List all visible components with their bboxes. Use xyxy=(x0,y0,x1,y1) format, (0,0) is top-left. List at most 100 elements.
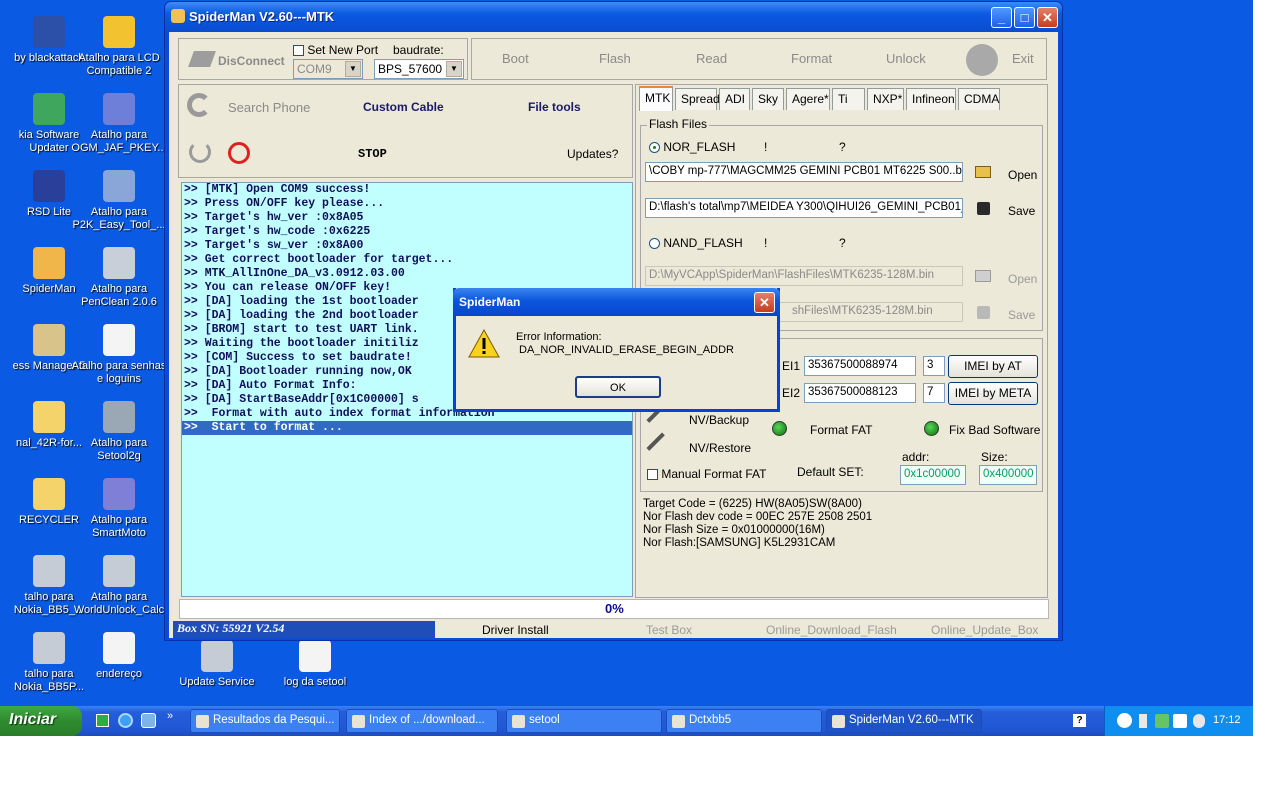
desktop-shortcut[interactable]: Atalho para OGM_JAF_PKEY... xyxy=(70,93,168,155)
tab-adi[interactable]: ADI xyxy=(719,88,750,110)
title-bar[interactable]: SpiderMan V2.60---MTK _ □ ✕ xyxy=(165,2,1062,32)
unlock-button[interactable]: Unlock xyxy=(886,51,926,66)
imei-by-at-button[interactable]: IMEI by AT xyxy=(948,355,1038,378)
nand-file-path-1: D:\MyVCApp\SpiderMan\FlashFiles\MTK6235-… xyxy=(645,266,963,286)
fix-bad-software-option[interactable]: Fix Bad Software xyxy=(949,423,1040,437)
target-info-line: Target Code = (6225) HW(8A05)SW(8A00) xyxy=(643,498,862,510)
port-select[interactable]: COM9 ▼ xyxy=(293,59,363,79)
imei2-check-digit[interactable]: 7 xyxy=(923,383,945,403)
shortcut-icon xyxy=(33,16,65,48)
stop-button[interactable]: STOP xyxy=(358,147,387,161)
usb-icon[interactable] xyxy=(1139,714,1147,728)
internet-explorer-icon[interactable] xyxy=(118,713,133,728)
desktop-shortcut[interactable]: Atalho para WorldUnlock_Calc xyxy=(70,555,168,617)
show-desktop-icon[interactable] xyxy=(96,714,109,727)
nor-file-path-2[interactable]: D:\flash's total\mp7\MEIDEA Y300\QIHUI26… xyxy=(645,198,963,218)
boot-button[interactable]: Boot xyxy=(502,51,529,66)
shortcut-icon xyxy=(33,555,65,587)
format-fat-option[interactable]: Format FAT xyxy=(810,423,872,437)
minimize-button[interactable]: _ xyxy=(991,7,1012,28)
nor-save-button[interactable]: Save xyxy=(1008,204,1035,218)
quick-launch-expand-icon[interactable]: » xyxy=(167,710,173,722)
volume-icon[interactable] xyxy=(1173,714,1187,728)
driver-install-button[interactable]: Driver Install xyxy=(482,623,549,637)
dialog-close-button[interactable]: ✕ xyxy=(754,292,775,313)
log-line: >> Press ON/OFF key please... xyxy=(184,197,385,210)
media-player-icon[interactable] xyxy=(141,713,156,728)
close-button[interactable]: ✕ xyxy=(1037,7,1058,28)
imei2-input[interactable]: 35367500088123 xyxy=(804,383,916,403)
format-button[interactable]: Format xyxy=(791,51,832,66)
app-icon xyxy=(171,9,185,23)
desktop-shortcut[interactable]: log da setool xyxy=(266,640,364,689)
tray-collapse-icon[interactable] xyxy=(1117,713,1132,728)
imei-by-meta-button[interactable]: IMEI by META xyxy=(948,382,1038,405)
format-address-input[interactable]: 0x1c00000 xyxy=(900,465,966,485)
connect-group: DisConnect Set New Port baudrate: COM9 ▼ … xyxy=(178,38,468,80)
tab-ti[interactable]: Ti xyxy=(832,88,865,110)
updates-link[interactable]: Updates? xyxy=(567,147,618,161)
maximize-button[interactable]: □ xyxy=(1014,7,1035,28)
exit-button[interactable]: Exit xyxy=(1012,51,1034,66)
nv-backup-button[interactable]: NV/Backup xyxy=(689,413,749,427)
nand-flash-radio[interactable]: NAND_FLASH xyxy=(649,236,743,250)
folder-open-icon[interactable] xyxy=(975,166,991,178)
disconnect-button[interactable]: DisConnect xyxy=(218,54,285,68)
floppy-save-icon[interactable] xyxy=(977,202,990,215)
help-icon[interactable]: ? xyxy=(1073,714,1086,727)
desktop-shortcut[interactable]: Atalho para PenClean 2.0.6 xyxy=(70,247,168,309)
nor-flash-help[interactable]: ? xyxy=(839,140,846,154)
format-fat-led[interactable] xyxy=(772,421,787,436)
shortcut-icon xyxy=(103,170,135,202)
taskbar-button[interactable]: SpiderMan V2.60---MTK xyxy=(826,709,982,733)
nor-open-button[interactable]: Open xyxy=(1008,168,1037,182)
network-icon[interactable] xyxy=(1155,714,1169,728)
tab-spread[interactable]: Spread xyxy=(675,88,720,110)
desktop-shortcut[interactable]: Atalho para SmartMoto xyxy=(70,478,168,540)
tab-cdma[interactable]: CDMA xyxy=(958,88,1000,110)
imei1-input[interactable]: 35367500088974 xyxy=(804,356,916,376)
imei1-check-digit[interactable]: 3 xyxy=(923,356,945,376)
taskbar-button[interactable]: Index of .../download... xyxy=(346,709,498,733)
tab-infineon[interactable]: Infineon xyxy=(906,88,956,110)
dialog-title-bar[interactable]: SpiderMan ✕ xyxy=(453,288,780,316)
dialog-ok-button[interactable]: OK xyxy=(575,376,661,398)
baudrate-select[interactable]: BPS_57600 ▼ xyxy=(374,59,464,79)
taskbar-button[interactable]: Resultados da Pesqui... xyxy=(190,709,340,733)
nand-flash-help[interactable]: ? xyxy=(839,236,846,250)
shortcut-icon xyxy=(103,324,135,356)
desktop-shortcut[interactable]: Atalho para P2K_Easy_Tool_... xyxy=(70,170,168,232)
nor-flash-radio[interactable]: NOR_FLASH xyxy=(649,140,735,154)
manual-format-fat-checkbox[interactable]: Manual Format FAT xyxy=(647,467,766,481)
taskbar-button[interactable]: Dctxbb5 xyxy=(666,709,822,733)
taskbar-button[interactable]: setool xyxy=(506,709,662,733)
desktop-shortcut[interactable]: Atalho para Setool2g xyxy=(70,401,168,463)
online-download-flash-button: Online_Download_Flash xyxy=(766,623,897,637)
file-tools-button[interactable]: File tools xyxy=(528,100,581,114)
start-button[interactable]: Iniciar xyxy=(0,706,82,736)
tab-nxp[interactable]: NXP* xyxy=(867,88,904,110)
desktop-shortcut[interactable]: Update Service xyxy=(168,640,266,689)
custom-cable-button[interactable]: Custom Cable xyxy=(363,100,444,114)
tab-agere[interactable]: Agere* xyxy=(786,88,830,110)
desktop-shortcut[interactable]: endereço xyxy=(70,632,168,681)
desktop-shortcut[interactable]: Atalho para senhas e loguins xyxy=(70,324,168,386)
flash-files-label: Flash Files xyxy=(647,117,710,131)
desktop-shortcut[interactable]: Atalho para LCD Compatible 2 xyxy=(70,16,168,78)
power-icon[interactable] xyxy=(189,141,211,163)
tab-mtk[interactable]: MTK xyxy=(639,86,673,111)
set-new-port-checkbox[interactable]: Set New Port xyxy=(293,43,378,57)
clock[interactable]: 17:12 xyxy=(1213,714,1241,726)
nor-file-path-1[interactable]: \COBY mp-777\MAGCMM25 GEMINI PCB01 MT622… xyxy=(645,162,963,182)
fix-bad-software-led[interactable] xyxy=(924,421,939,436)
security-icon[interactable] xyxy=(1193,714,1205,728)
read-button[interactable]: Read xyxy=(696,51,727,66)
shortcut-label: Atalho para PenClean 2.0.6 xyxy=(81,283,157,308)
flash-button[interactable]: Flash xyxy=(599,51,631,66)
format-size-input[interactable]: 0x400000 xyxy=(979,465,1037,485)
search-phone-button[interactable]: Search Phone xyxy=(228,100,310,115)
nv-restore-button[interactable]: NV/Restore xyxy=(689,441,751,455)
tab-sky[interactable]: Sky xyxy=(752,88,784,110)
stop-icon[interactable] xyxy=(228,142,250,164)
shortcut-icon xyxy=(33,93,65,125)
